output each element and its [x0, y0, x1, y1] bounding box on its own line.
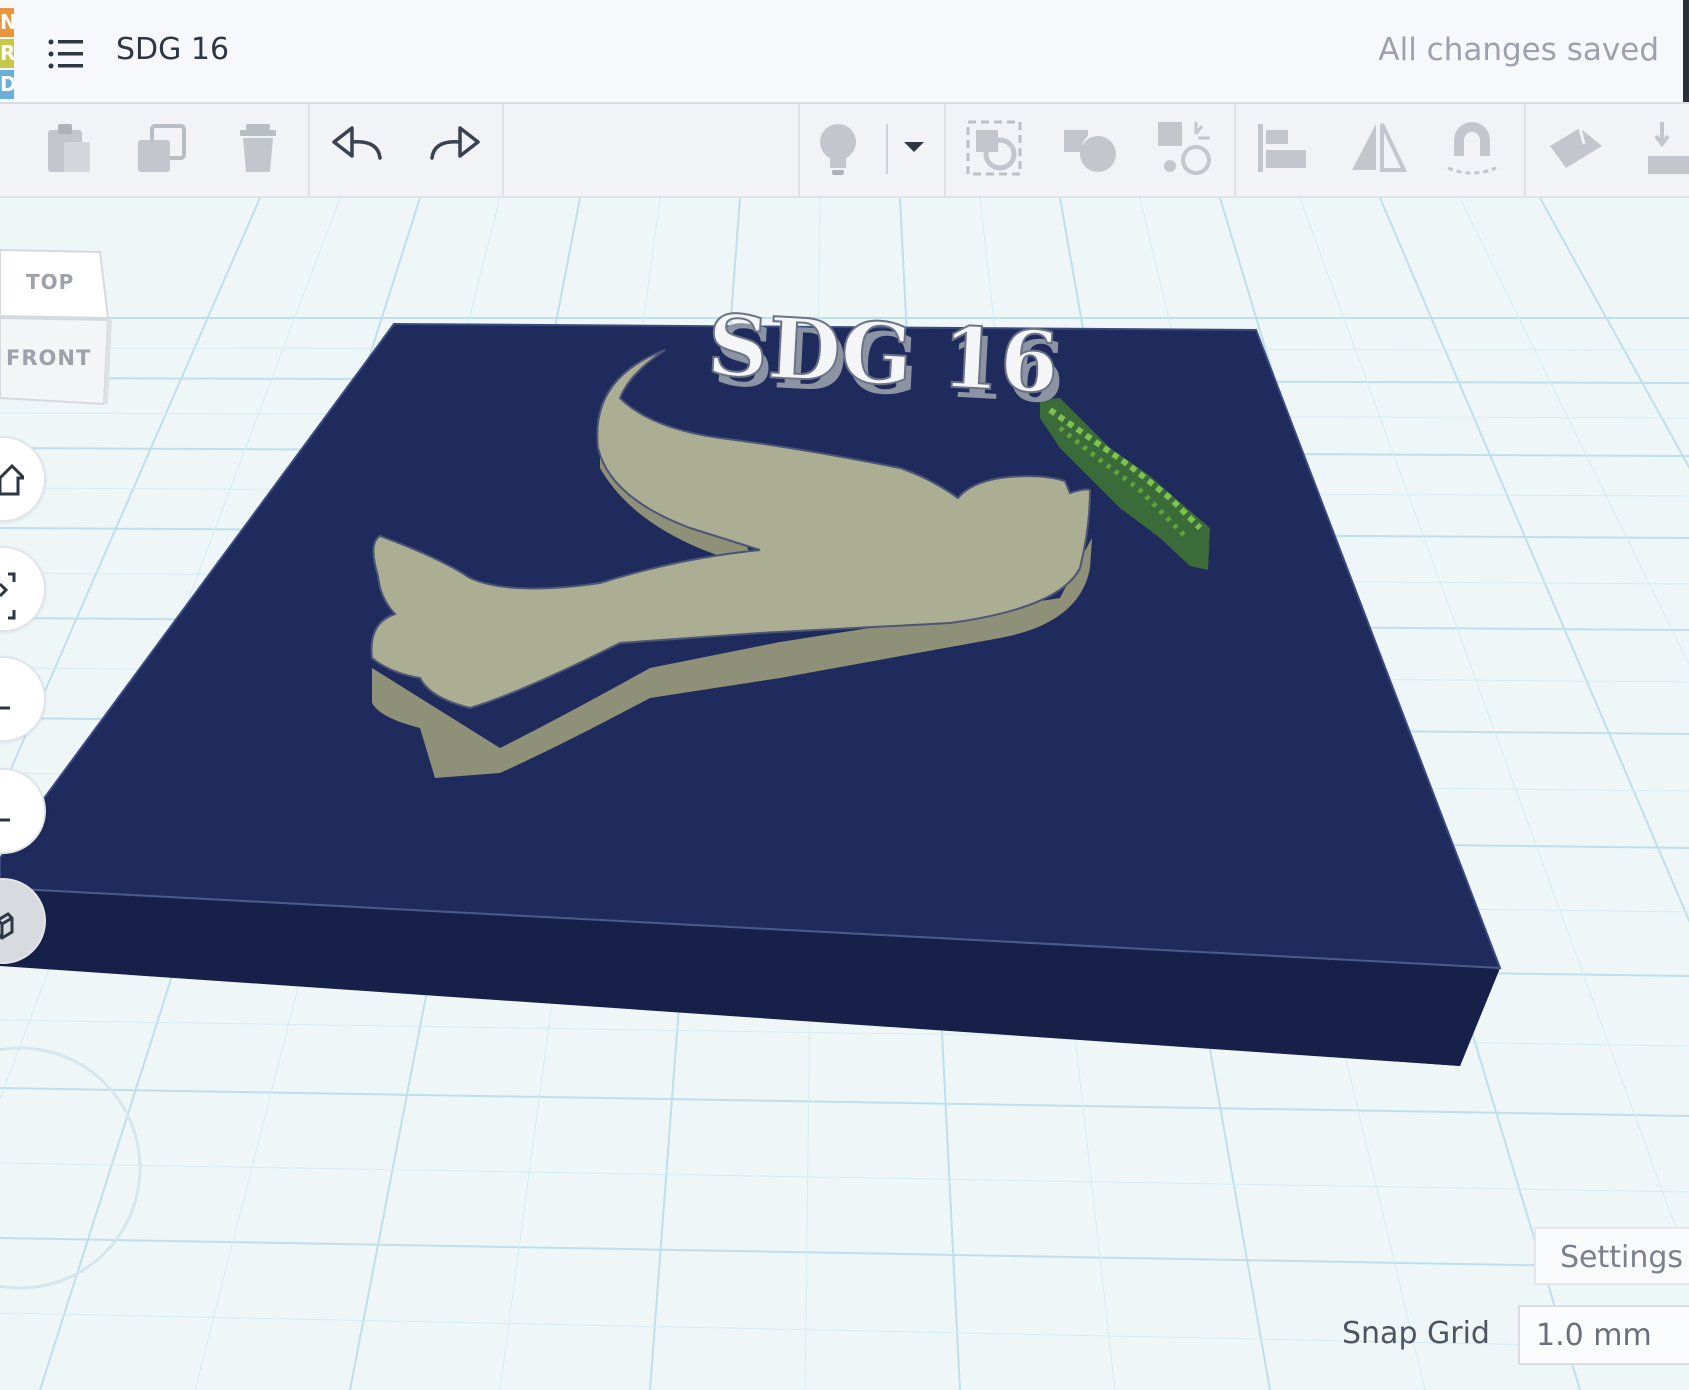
undo-button[interactable] [326, 116, 390, 180]
caret-down-icon [904, 142, 924, 152]
design-menu-button[interactable] [48, 38, 84, 70]
workplane-button[interactable] [1544, 116, 1608, 180]
fit-view-icon [0, 572, 16, 620]
magnet-icon [1447, 122, 1497, 175]
save-status: All changes saved [1378, 32, 1659, 68]
clipboard-icon [48, 124, 90, 172]
view-cube-labels[interactable]: TOP FRONT [0, 248, 112, 406]
workplane[interactable]: SDG 16 SDG 16 TOP FRONT Settings Snap Gr… [0, 198, 1689, 1390]
mirror-button[interactable] [1346, 116, 1410, 180]
hole-button[interactable] [1152, 116, 1216, 180]
top-bar: N R D SDG 16 All changes saved [0, 0, 1689, 104]
toolbar-separator [308, 104, 310, 196]
zoom-in-icon [0, 706, 10, 710]
perspective-icon [0, 912, 14, 940]
toolbar-separator [502, 104, 504, 196]
paste-button[interactable] [130, 116, 194, 180]
toolbar-separator [1234, 104, 1236, 196]
group-icon [966, 120, 1022, 176]
group-button[interactable] [962, 116, 1026, 180]
mirror-icon [1352, 123, 1408, 172]
redo-arrow-icon [430, 126, 480, 160]
ungroup-button[interactable] [1058, 116, 1122, 180]
toolbar-separator [1524, 104, 1526, 196]
redo-button[interactable] [422, 116, 486, 180]
view-cube-front-label[interactable]: FRONT [6, 346, 91, 370]
zoom-out-icon [0, 818, 10, 822]
toolbar [0, 104, 1689, 198]
align-icon [1258, 124, 1306, 172]
lightbulb-icon [820, 124, 856, 175]
duplicate-icon [138, 124, 186, 172]
workplane-icon [1550, 127, 1602, 168]
hole-icon [1158, 122, 1211, 175]
scene-3d: SDG 16 SDG 16 [0, 198, 1689, 1390]
toolbar-separator [944, 104, 946, 196]
copy-button[interactable] [36, 116, 100, 180]
trash-icon [240, 124, 276, 172]
logo-letter-1: N [0, 8, 14, 37]
home-view-icon [0, 463, 24, 496]
snap-grid-value: 1.0 mm [1536, 1318, 1652, 1353]
cruise-button[interactable] [1440, 116, 1504, 180]
list-icon [48, 39, 83, 69]
toolbar-separator [798, 104, 800, 196]
snap-grid-select[interactable]: 1.0 mm [1518, 1305, 1689, 1365]
align-button[interactable] [1250, 116, 1314, 180]
show-notes-button[interactable] [806, 116, 870, 180]
logo-letter-2: R [0, 39, 14, 68]
window-edge [1683, 0, 1689, 102]
app-logo[interactable]: N R D [0, 8, 14, 100]
logo-letter-3: D [0, 70, 14, 99]
undo-arrow-icon [332, 126, 382, 160]
plate-text: SDG 16 [705, 295, 1061, 412]
ungroup-icon [1064, 130, 1116, 172]
ruler-button[interactable] [1638, 116, 1689, 180]
plate-text-3d[interactable]: SDG 16 SDG 16 [704, 294, 1067, 422]
settings-button[interactable]: Settings [1534, 1227, 1689, 1285]
ruler-icon [1648, 122, 1689, 174]
snap-grid-label: Snap Grid [1342, 1316, 1490, 1351]
delete-button[interactable] [226, 116, 290, 180]
notes-dropdown-button[interactable] [882, 116, 946, 180]
design-title[interactable]: SDG 16 [116, 32, 229, 67]
view-cube-top-label[interactable]: TOP [26, 270, 74, 294]
